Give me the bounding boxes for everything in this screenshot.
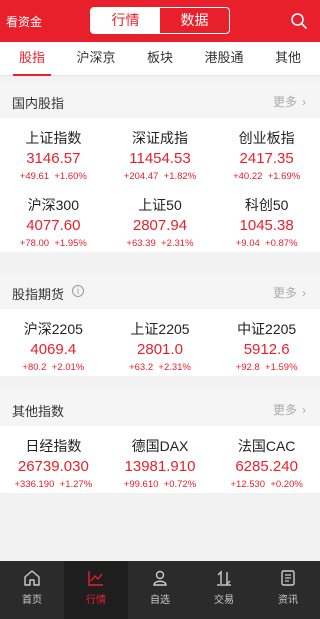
nav-label: 首页 <box>22 595 42 606</box>
domestic-index-section: 国内股指 更多 › 上证指数 3146.57 +49.61 +1.60% 深证成指… <box>0 82 320 252</box>
nav-label: 交易 <box>214 595 234 606</box>
market-data-switch: 行情 数据 <box>90 7 230 34</box>
index-card[interactable]: 深证成指 11454.53 +204.47 +1.82% <box>107 118 214 185</box>
tab-hk-connect[interactable]: 港股通 <box>192 42 256 75</box>
index-card[interactable]: 上证50 2807.94 +63.39 +2.31% <box>107 185 214 252</box>
news-icon <box>281 570 295 586</box>
nav-watchlist[interactable]: 自选 <box>128 561 192 619</box>
index-price: 5912.6 <box>243 341 290 358</box>
section-header: 股指期货 i 更多 › <box>0 273 320 309</box>
chevron-right-icon: › <box>302 286 306 300</box>
section-title: 国内股指 <box>12 96 65 111</box>
index-change: +49.61 +1.60% <box>19 171 87 182</box>
more-link[interactable]: 更多 › <box>273 284 306 301</box>
index-change: +40.22 +1.69% <box>233 171 301 182</box>
bottom-nav: 首页 行情 自选 交易 资讯 <box>0 561 320 619</box>
index-change: +92.8 +1.59% <box>235 362 298 373</box>
index-name: 上证指数 <box>25 130 82 146</box>
index-change: +63.39 +2.31% <box>126 238 194 249</box>
chart-icon <box>88 571 103 586</box>
segment-quotes[interactable]: 行情 <box>91 8 160 33</box>
index-name: 创业板指 <box>238 130 295 146</box>
index-name: 沪深2205 <box>23 321 83 337</box>
index-card[interactable]: 创业板指 2417.35 +40.22 +1.69% <box>213 118 320 185</box>
view-funds-link[interactable]: 看资金 <box>6 13 42 30</box>
index-price: 11454.53 <box>129 150 191 167</box>
search-icon[interactable] <box>290 12 308 30</box>
section-title: 其他指数 <box>12 404 65 419</box>
exchange-icon <box>217 570 231 586</box>
index-change: +78.00 +1.95% <box>19 238 87 249</box>
index-card[interactable]: 法国CAC 6285.240 +12.530 +0.20% <box>213 426 320 493</box>
nav-label: 自选 <box>150 595 170 606</box>
index-change: +99.610 +0.72% <box>123 479 197 490</box>
index-change: +204.47 +1.82% <box>123 171 197 182</box>
index-card[interactable]: 上证指数 3146.57 +49.61 +1.60% <box>0 118 107 185</box>
index-price: 3146.57 <box>26 150 81 167</box>
index-card[interactable]: 日经指数 26739.030 +336.190 +1.27% <box>0 426 107 493</box>
more-link[interactable]: 更多 › <box>273 93 306 110</box>
index-change: +336.190 +1.27% <box>14 479 93 490</box>
home-icon <box>24 570 40 586</box>
nav-trade[interactable]: 交易 <box>192 561 256 619</box>
section-title: 股指期货 <box>12 287 65 302</box>
section-header: 国内股指 更多 › <box>0 82 320 118</box>
index-name: 日经指数 <box>25 438 82 454</box>
index-card[interactable]: 沪深300 4077.60 +78.00 +1.95% <box>0 185 107 252</box>
index-futures-section: 股指期货 i 更多 › 沪深2205 4069.4 +80.2 +2.01% 上证… <box>0 273 320 376</box>
index-card[interactable]: 上证2205 2801.0 +63.2 +2.31% <box>107 309 214 376</box>
section-header: 其他指数 更多 › <box>0 390 320 426</box>
nav-news[interactable]: 资讯 <box>256 561 320 619</box>
index-card[interactable]: 科创50 1045.38 +9.04 +0.87% <box>213 185 320 252</box>
category-tabs: 股指 沪深京 板块 港股通 其他 <box>0 42 320 76</box>
index-price: 13981.910 <box>124 458 196 475</box>
other-index-section: 其他指数 更多 › 日经指数 26739.030 +336.190 +1.27% … <box>0 390 320 493</box>
index-change: +63.2 +2.31% <box>129 362 191 373</box>
index-name: 上证50 <box>138 197 182 213</box>
info-icon[interactable]: i <box>72 285 84 297</box>
index-price: 2801.0 <box>137 341 183 358</box>
nav-label: 资讯 <box>278 595 298 606</box>
index-card[interactable]: 沪深2205 4069.4 +80.2 +2.01% <box>0 309 107 376</box>
tab-shsz-bj[interactable]: 沪深京 <box>64 42 128 75</box>
index-name: 法国CAC <box>237 438 296 454</box>
nav-market[interactable]: 行情 <box>64 561 128 619</box>
index-name: 上证2205 <box>130 321 190 337</box>
nav-home[interactable]: 首页 <box>0 561 64 619</box>
index-change: +80.2 +2.01% <box>22 362 85 373</box>
top-bar: 看资金 行情 数据 <box>0 0 320 42</box>
index-price: 26739.030 <box>17 458 89 475</box>
user-icon <box>153 570 167 586</box>
index-price: 4077.60 <box>26 217 81 234</box>
index-change: +9.04 +0.87% <box>235 238 298 249</box>
index-price: 1045.38 <box>239 217 294 234</box>
chevron-right-icon: › <box>302 95 306 109</box>
segment-data[interactable]: 数据 <box>160 8 229 33</box>
index-name: 深证成指 <box>131 130 188 146</box>
nav-label: 行情 <box>86 595 106 606</box>
index-price: 2417.35 <box>239 150 294 167</box>
index-name: 科创50 <box>244 197 289 213</box>
index-name: 沪深300 <box>27 197 79 213</box>
index-price: 6285.240 <box>235 458 298 475</box>
index-card[interactable]: 德国DAX 13981.910 +99.610 +0.72% <box>107 426 214 493</box>
index-name: 中证2205 <box>237 321 297 337</box>
index-price: 4069.4 <box>30 341 77 358</box>
index-change: +12.530 +0.20% <box>230 479 303 490</box>
tab-index[interactable]: 股指 <box>0 42 64 76</box>
index-price: 2807.94 <box>132 217 188 234</box>
tab-sector[interactable]: 板块 <box>128 42 192 75</box>
tab-other[interactable]: 其他 <box>256 42 320 75</box>
chevron-right-icon: › <box>302 403 306 417</box>
index-name: 德国DAX <box>131 438 189 454</box>
more-link[interactable]: 更多 › <box>273 401 306 418</box>
index-card[interactable]: 中证2205 5912.6 +92.8 +1.59% <box>213 309 320 376</box>
